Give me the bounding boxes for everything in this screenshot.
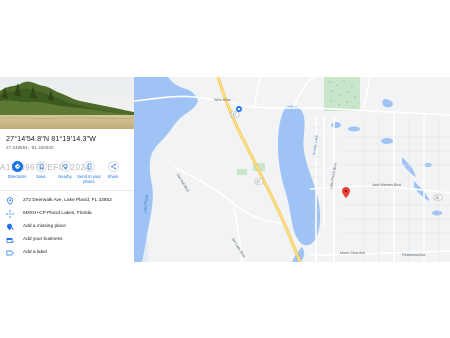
road-label-bottom2: Fleetwood Ave (402, 253, 426, 257)
action-buttons: Directions Save Nearby Send to your phon… (5, 161, 131, 185)
place-photo[interactable] (0, 77, 134, 129)
share-label: Share (107, 174, 119, 179)
grocery-poi-icon[interactable] (236, 106, 242, 112)
route-badge-27-lower-text: 27 (256, 179, 261, 184)
plus-code-row[interactable]: 6MXH+CP Placid Lakes, Florida (6, 209, 132, 219)
add-business-text: Add your business (23, 237, 63, 242)
road-label-right: Jack Warden Blvd (372, 183, 401, 187)
address-row[interactable]: 272 Deerwalk Ave, Lake Placid, FL 33852 (6, 196, 132, 206)
add-missing-place-text: Add a missing place (23, 224, 66, 229)
route-badge-27-text: 27 (232, 112, 237, 117)
address-text: 272 Deerwalk Ave, Lake Placid, FL 33852 (23, 198, 112, 203)
map-canvas[interactable]: Wiiin Dixie Lake Placid Grassy Lake Dal … (134, 77, 450, 262)
coordinates-title: 27°14'54.8"N 81°19'14.3"W (6, 134, 97, 143)
phone-icon (83, 161, 95, 172)
bookmark-icon (35, 161, 47, 172)
plus-code-icon (6, 210, 14, 218)
directions-icon (11, 161, 23, 172)
plus-code-text: 6MXH+CP Placid Lakes, Florida (23, 211, 92, 216)
nearby-label: Nearby (58, 174, 72, 179)
label-icon (6, 250, 14, 256)
route-badge-29-text: 29 (435, 195, 440, 200)
send-to-phone-label: Send to your phone (77, 174, 101, 184)
share-icon (107, 161, 119, 172)
add-label-row[interactable]: Add a label (6, 248, 132, 258)
save-button[interactable]: Save (29, 161, 53, 179)
maps-window: 27°14'54.8"N 81°19'14.3"W 27.248564, -81… (0, 77, 450, 262)
share-button[interactable]: Share (101, 161, 125, 179)
add-missing-place-row[interactable]: Add a missing place (6, 222, 132, 232)
directions-label: Directions (7, 174, 27, 179)
nearby-button[interactable]: Nearby (53, 161, 77, 179)
send-to-phone-button[interactable]: Send to your phone (77, 161, 101, 184)
coordinates-decimal: 27.248564, -81.320640 (6, 145, 54, 150)
road-label-bottom: Moon Glow Ave (340, 251, 366, 255)
panel-divider (0, 190, 134, 191)
poi-label[interactable]: Wiiin Dixie (214, 98, 231, 102)
place-panel: 27°14'54.8"N 81°19'14.3"W 27.248564, -81… (0, 77, 134, 262)
nearby-icon (59, 161, 71, 172)
add-label-text: Add a label (23, 250, 48, 255)
directions-button[interactable]: Directions (5, 161, 29, 179)
save-label: Save (36, 174, 46, 179)
location-pin-icon (7, 197, 13, 205)
add-place-icon (7, 223, 14, 231)
business-icon (6, 238, 14, 243)
add-business-row[interactable]: Add your business (6, 235, 132, 245)
